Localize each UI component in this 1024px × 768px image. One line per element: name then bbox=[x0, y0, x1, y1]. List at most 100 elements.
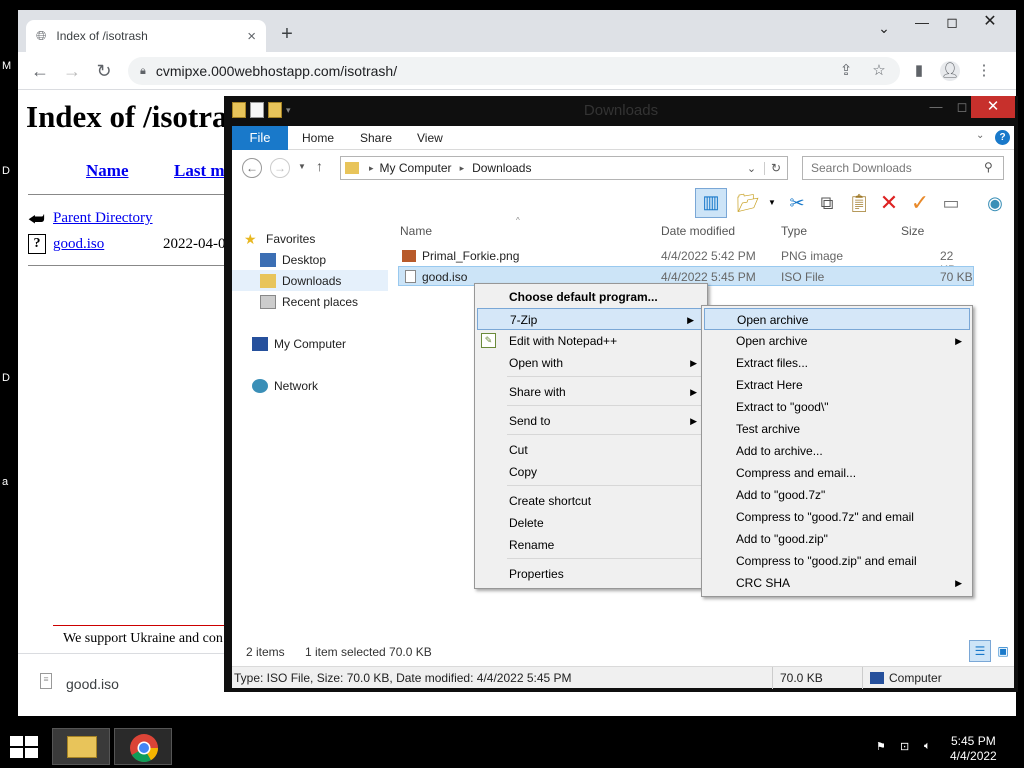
reload-button[interactable]: ↻ bbox=[94, 61, 114, 81]
windows-start-icon[interactable] bbox=[10, 736, 38, 758]
menu-item-extract-here[interactable]: Extract Here bbox=[704, 374, 970, 396]
command-bar: ▥ 📂︎ ▼ ✂ ⧉ 📋︎ ✕ ✓ ▭ ◉ bbox=[232, 186, 1014, 220]
menu-item-rename[interactable]: Rename bbox=[477, 534, 705, 556]
menu-item-open-with[interactable]: Open with ▶ bbox=[477, 352, 705, 374]
search-input[interactable]: Search Downloads bbox=[802, 156, 1004, 180]
tab-home[interactable]: Home bbox=[302, 131, 334, 145]
menu-item-7zip[interactable]: 7-Zip ▶ bbox=[477, 308, 703, 330]
chevron-down-icon[interactable]: ▼ bbox=[768, 198, 776, 207]
paste-icon[interactable]: 📋︎ bbox=[846, 190, 872, 216]
address-bar[interactable]: 🔒︎ cvmipxe.000webhostapp.com/isotrash/ bbox=[128, 57, 900, 85]
name-column-header[interactable]: Name bbox=[400, 224, 432, 238]
tab-file[interactable]: File bbox=[232, 126, 288, 150]
chevron-down-icon[interactable]: ⌄ bbox=[870, 18, 898, 40]
divider bbox=[28, 265, 238, 266]
bookmark-star-icon[interactable]: ☆ bbox=[869, 61, 889, 81]
share-icon[interactable]: ⇪ bbox=[836, 61, 856, 81]
tab-share[interactable]: Share bbox=[360, 131, 392, 145]
menu-item-edit-notepad[interactable]: Edit with Notepad++ bbox=[477, 330, 705, 352]
nav-favorites[interactable]: ★ Favorites bbox=[244, 228, 400, 249]
maximize-button[interactable]: ◻ bbox=[938, 12, 966, 34]
close-window-button[interactable]: ✕ bbox=[976, 12, 1004, 34]
name-column-link[interactable]: Name bbox=[86, 161, 128, 181]
navigation-pane: ★ Favorites Desktop Downloads Recent plac… bbox=[232, 220, 388, 636]
menu-item-add-to-zip[interactable]: Add to "good.zip" bbox=[704, 528, 970, 550]
up-arrow-icon[interactable]: ↑ bbox=[316, 158, 323, 174]
large-icons-view-icon[interactable]: ▣ bbox=[994, 640, 1012, 662]
chrome-taskbar-button[interactable] bbox=[114, 728, 172, 765]
file-date: 4/4/2022 5:45 PM bbox=[661, 270, 756, 284]
menu-item-compress-email[interactable]: Compress and email... bbox=[704, 462, 970, 484]
chrome-icon bbox=[130, 734, 158, 762]
forward-button[interactable]: → bbox=[62, 61, 82, 81]
date-column-header[interactable]: Date modified bbox=[661, 224, 735, 238]
menu-item-compress-7z-email[interactable]: Compress to "good.7z" and email bbox=[704, 506, 970, 528]
preview-pane-icon[interactable]: ▥ bbox=[695, 188, 727, 218]
chevron-down-icon[interactable]: ▼ bbox=[298, 162, 306, 171]
menu-item-choose-default[interactable]: Choose default program... bbox=[477, 286, 705, 308]
back-button[interactable]: ← bbox=[30, 61, 50, 81]
last-modified-column-link[interactable]: Last m bbox=[174, 161, 225, 181]
tab-view[interactable]: View bbox=[417, 131, 443, 145]
file-explorer-taskbar-button[interactable] bbox=[52, 728, 110, 765]
back-button[interactable]: ← bbox=[242, 158, 262, 178]
nav-network[interactable]: Network bbox=[252, 375, 408, 396]
network-icon[interactable]: ⊡ bbox=[900, 740, 914, 753]
menu-item-share-with[interactable]: Share with ▶ bbox=[477, 381, 705, 403]
close-window-button[interactable]: ✕ bbox=[971, 96, 1015, 118]
menu-item-send-to[interactable]: Send to ▶ bbox=[477, 410, 705, 432]
copy-icon[interactable]: ⧉ bbox=[814, 190, 840, 216]
globe-icon[interactable]: ◉ bbox=[982, 190, 1008, 216]
menu-item-extract-to[interactable]: Extract to "good\" bbox=[704, 396, 970, 418]
nav-my-computer[interactable]: My Computer bbox=[252, 333, 408, 354]
forward-button[interactable]: → bbox=[270, 158, 290, 178]
details-view-icon[interactable]: ☰ bbox=[969, 640, 991, 662]
select-icon[interactable]: 📂︎ bbox=[735, 190, 761, 216]
size-column-header[interactable]: Size bbox=[901, 224, 924, 238]
menu-label: Send to bbox=[509, 414, 551, 428]
menu-item-cut[interactable]: Cut bbox=[477, 439, 705, 461]
menu-item-properties[interactable]: Properties bbox=[477, 563, 705, 585]
minimize-button[interactable]: — bbox=[924, 99, 948, 117]
download-filename[interactable]: good.iso bbox=[66, 676, 119, 692]
menu-item-extract-files[interactable]: Extract files... bbox=[704, 352, 970, 374]
browser-tab[interactable]: 🌐︎ Index of /isotrash × bbox=[26, 20, 266, 52]
menu-item-open-archive[interactable]: Open archive bbox=[704, 308, 970, 330]
menu-item-compress-zip-email[interactable]: Compress to "good.zip" and email bbox=[704, 550, 970, 572]
menu-item-create-shortcut[interactable]: Create shortcut bbox=[477, 490, 705, 512]
menu-item-open-archive-sub[interactable]: Open archive ▶ bbox=[704, 330, 970, 352]
breadcrumb[interactable]: ▸ My Computer ▸ Downloads ⌄ ↻ bbox=[340, 156, 788, 180]
file-row[interactable]: Primal_Forkie.png 4/4/2022 5:42 PM PNG i… bbox=[400, 246, 962, 277]
parent-directory-link[interactable]: Parent Directory bbox=[53, 210, 153, 227]
volume-muted-icon[interactable]: 🔈︎ bbox=[924, 740, 938, 753]
menu-item-copy[interactable]: Copy bbox=[477, 461, 705, 483]
file-size: 70 KB bbox=[940, 270, 973, 284]
refresh-icon[interactable]: ↻ bbox=[765, 161, 787, 175]
profile-avatar[interactable]: 👤︎ bbox=[940, 61, 960, 81]
menu-item-add-to-7z[interactable]: Add to "good.7z" bbox=[704, 484, 970, 506]
chevron-down-icon[interactable]: ⌄ bbox=[976, 130, 984, 141]
menu-item-add-to-archive[interactable]: Add to archive... bbox=[704, 440, 970, 462]
breadcrumb-item[interactable]: Downloads bbox=[472, 161, 531, 175]
menu-item-delete[interactable]: Delete bbox=[477, 512, 705, 534]
breadcrumb-item[interactable]: My Computer bbox=[380, 161, 452, 175]
minimize-button[interactable]: — bbox=[908, 12, 936, 34]
tab-strip: 🌐︎ Index of /isotrash × + ⌄ — ◻ ✕ bbox=[18, 10, 1016, 52]
clock[interactable]: 5:45 PM 4/4/2022 bbox=[950, 734, 997, 764]
checkmark-icon[interactable]: ✓ bbox=[907, 190, 933, 216]
rename-icon[interactable]: ▭ bbox=[938, 190, 964, 216]
chevron-down-icon[interactable]: ⌄ bbox=[739, 161, 765, 175]
side-panel-icon[interactable]: ▮ bbox=[909, 61, 929, 81]
file-link[interactable]: good.iso bbox=[53, 236, 104, 253]
cut-icon[interactable]: ✂ bbox=[784, 190, 810, 216]
help-icon[interactable]: ? bbox=[995, 130, 1010, 145]
action-center-icon[interactable]: ⚑ bbox=[876, 740, 890, 753]
close-tab-icon[interactable]: × bbox=[247, 28, 256, 45]
menu-item-test-archive[interactable]: Test archive bbox=[704, 418, 970, 440]
type-column-header[interactable]: Type bbox=[781, 224, 807, 238]
nav-downloads[interactable]: Downloads bbox=[232, 270, 388, 291]
delete-icon[interactable]: ✕ bbox=[876, 190, 902, 216]
menu-item-crc-sha[interactable]: CRC SHA ▶ bbox=[704, 572, 970, 594]
new-tab-button[interactable]: + bbox=[276, 24, 298, 46]
menu-dots-icon[interactable]: ⋮ bbox=[974, 61, 994, 81]
